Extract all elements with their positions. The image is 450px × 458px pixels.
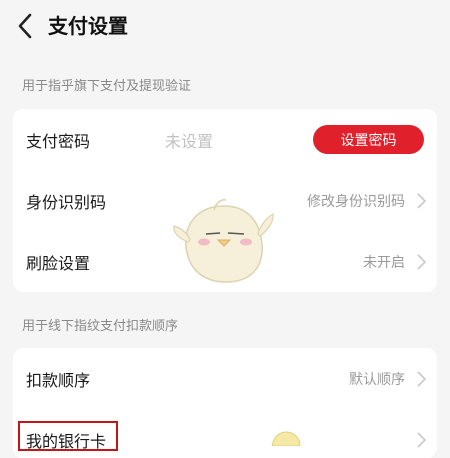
row-label: 扣款顺序 — [26, 370, 91, 390]
chevron-left-icon — [18, 13, 32, 39]
mascot-icon — [271, 431, 301, 446]
row-value: 默认顺序 — [349, 371, 405, 388]
top-bar: 支付设置 — [0, 0, 450, 52]
section-label-fingerprint-order: 用于线下指纹支付扣款顺序 — [22, 319, 179, 334]
set-password-button[interactable]: 设置密码 — [313, 125, 424, 154]
section-label-payment-verification: 用于指乎旗下支付及提现验证 — [22, 79, 192, 94]
row-deduction-order[interactable]: 扣款顺序 默认顺序 — [13, 348, 437, 409]
mascot-icon — [173, 199, 274, 283]
chevron-right-icon — [417, 254, 427, 270]
password-status: 未设置 — [165, 131, 214, 151]
chevron-right-icon — [417, 432, 427, 448]
row-payment-password[interactable]: 支付密码 未设置 设置密码 — [13, 109, 437, 170]
row-label: 刷脸设置 — [26, 253, 91, 273]
chevron-right-icon — [417, 193, 427, 209]
back-button[interactable] — [12, 11, 38, 41]
row-value: 修改身份识别码 — [307, 193, 405, 210]
highlight-box — [18, 421, 118, 451]
page-title: 支付设置 — [48, 14, 128, 38]
row-value: 未开启 — [363, 254, 405, 271]
row-label: 支付密码 — [26, 131, 91, 151]
chevron-right-icon — [417, 371, 427, 387]
row-label: 身份识别码 — [26, 192, 107, 212]
